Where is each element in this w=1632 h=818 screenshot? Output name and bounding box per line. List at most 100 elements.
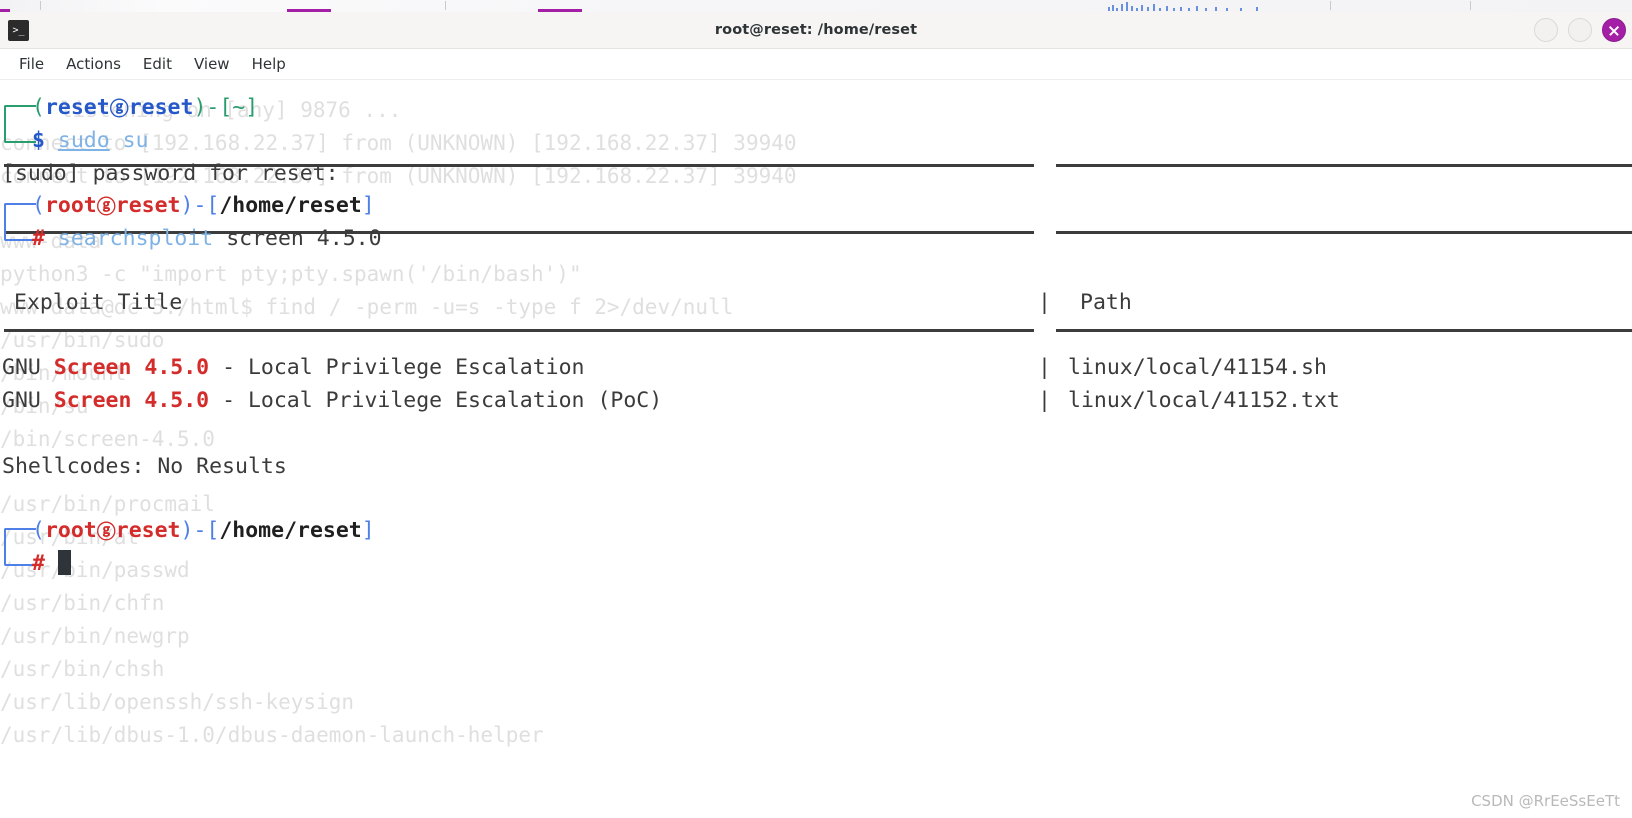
- prompt-cwd: /home/reset: [219, 518, 362, 543]
- outer-spark: [1226, 8, 1228, 11]
- outer-spark: [1188, 8, 1190, 11]
- prompt-cwd: /home/reset: [219, 193, 362, 218]
- command-input-line[interactable]: #: [32, 548, 71, 581]
- outer-spark: [1121, 4, 1123, 11]
- row-title-prefix: GNU: [2, 388, 54, 413]
- maximize-button[interactable]: [1568, 18, 1592, 42]
- prompt-sigil-root: #: [32, 226, 45, 251]
- command-line-searchsploit: # searchsploit screen 4.5.0: [32, 223, 382, 256]
- prompt-dash: -: [193, 193, 207, 218]
- prompt-dash: -: [193, 518, 207, 543]
- outer-spark: [1215, 7, 1217, 11]
- prompt-user-name: reset: [44, 95, 110, 120]
- shellcodes-result: Shellcodes: No Results: [2, 454, 287, 479]
- outer-spark: [1147, 7, 1149, 11]
- prompt-open-bracket: [: [219, 95, 233, 120]
- prompt-close-paren: ): [193, 95, 207, 120]
- row-path[interactable]: linux/local/41152.txt: [1068, 385, 1340, 418]
- window-titlebar: >_ root@reset: /home/reset: [0, 12, 1632, 49]
- menu-item-file[interactable]: File: [10, 53, 53, 75]
- prompt-host-name: reset: [128, 95, 194, 120]
- outer-spark: [1136, 8, 1138, 11]
- outer-spark: [1126, 2, 1128, 11]
- command-searchsploit-args: screen 4.5.0: [213, 226, 382, 251]
- close-button[interactable]: [1602, 18, 1626, 42]
- outer-spark: [1108, 7, 1110, 11]
- menu-item-help[interactable]: Help: [243, 53, 295, 75]
- menu-item-view[interactable]: View: [185, 53, 239, 75]
- window-title: root@reset: /home/reset: [714, 22, 918, 38]
- row-path[interactable]: linux/local/41154.sh: [1068, 352, 1327, 385]
- table-header-pipe: |: [1038, 290, 1051, 315]
- prompt-line-root-2: (rootⓖreset)-[/home/reset]: [32, 515, 375, 549]
- outer-spark: [1159, 8, 1161, 11]
- prompt-close-bracket: ]: [361, 518, 375, 543]
- text-cursor: [57, 550, 71, 575]
- at-glyph-icon: ⓖ: [96, 196, 116, 218]
- terminal-window: >_ root@reset: /home/reset File Actions …: [0, 12, 1632, 818]
- outer-spark: [1180, 7, 1182, 11]
- prompt-sigil-root: #: [32, 551, 45, 576]
- prompt-dash: -: [206, 95, 220, 120]
- menubar: File Actions Edit View Help: [0, 49, 1632, 80]
- menu-item-actions[interactable]: Actions: [57, 53, 130, 75]
- menu-item-edit[interactable]: Edit: [134, 53, 181, 75]
- prompt-user-name: root: [44, 518, 97, 543]
- row-title-suffix: - Local Privilege Escalation: [209, 355, 585, 380]
- outer-spark: [1131, 6, 1133, 11]
- prompt-line-user: (resetⓖreset)-[~]: [32, 92, 258, 126]
- outer-spark: [1196, 6, 1198, 11]
- outer-spark: [1256, 7, 1258, 11]
- table-row: GNU Screen 4.5.0 - Local Privilege Escal…: [2, 352, 585, 385]
- at-glyph-icon: ⓖ: [96, 521, 116, 543]
- outer-tick: [445, 1, 446, 10]
- prompt-open-paren: (: [32, 95, 45, 120]
- prompt-close-bracket: ]: [245, 95, 259, 120]
- watermark: CSDN @RrEeSsEeTt: [1471, 792, 1620, 810]
- outer-spark: [1141, 5, 1143, 11]
- outer-spark: [1153, 4, 1155, 11]
- prompt-cwd: ~: [232, 95, 246, 120]
- prompt-open-bracket: [: [206, 193, 220, 218]
- command-sudo-arg: su: [109, 128, 149, 153]
- prompt-open-bracket: [: [206, 518, 220, 543]
- command-searchsploit: searchsploit: [57, 226, 214, 251]
- row-title-match: Screen 4.5.0: [53, 388, 210, 413]
- prompt-close-paren: ): [180, 193, 194, 218]
- terminal-output-area[interactable]: listening on [any] 9876 ... connect to […: [0, 80, 1632, 818]
- row-title-match: Screen 4.5.0: [53, 355, 210, 380]
- prompt-open-paren: (: [32, 518, 45, 543]
- outer-tick: [40, 1, 41, 10]
- outer-tick: [1330, 1, 1331, 10]
- outer-tick: [1470, 1, 1471, 10]
- prompt-host-name: reset: [115, 518, 181, 543]
- prompt-open-paren: (: [32, 193, 45, 218]
- outer-spark: [1205, 8, 1207, 11]
- table-header-exploit-title: Exploit Title: [14, 290, 183, 315]
- table-header-path: Path: [1080, 290, 1132, 315]
- at-glyph-icon: ⓖ: [109, 98, 129, 120]
- terminal-icon: >_: [8, 20, 29, 41]
- prompt-line-root-1: (rootⓖreset)-[/home/reset]: [32, 190, 375, 224]
- prompt-host-name: reset: [115, 193, 181, 218]
- outer-spark: [1116, 8, 1118, 11]
- prompt-close-paren: ): [180, 518, 194, 543]
- command-line-sudo: $ sudo su: [32, 125, 149, 158]
- outer-spark: [1240, 8, 1242, 11]
- command-sudo: sudo: [57, 128, 110, 153]
- row-title-prefix: GNU: [2, 355, 54, 380]
- prompt-user-name: root: [44, 193, 97, 218]
- row-title-suffix: - Local Privilege Escalation (PoC): [209, 388, 663, 413]
- sudo-password-prompt: [sudo] password for reset:: [2, 161, 339, 186]
- table-row: GNU Screen 4.5.0 - Local Privilege Escal…: [2, 385, 662, 418]
- window-controls: [1534, 12, 1630, 48]
- terminal-text: (resetⓖreset)-[~] $ sudo su [sudo] passw…: [0, 80, 1632, 816]
- prompt-sigil-user: $: [32, 128, 45, 153]
- outer-spark: [1112, 5, 1114, 11]
- row-pipe: |: [1038, 355, 1051, 380]
- prompt-close-bracket: ]: [361, 193, 375, 218]
- outer-spark: [1173, 8, 1175, 11]
- row-pipe: |: [1038, 388, 1051, 413]
- outer-spark: [1166, 6, 1168, 11]
- minimize-button[interactable]: [1534, 18, 1558, 42]
